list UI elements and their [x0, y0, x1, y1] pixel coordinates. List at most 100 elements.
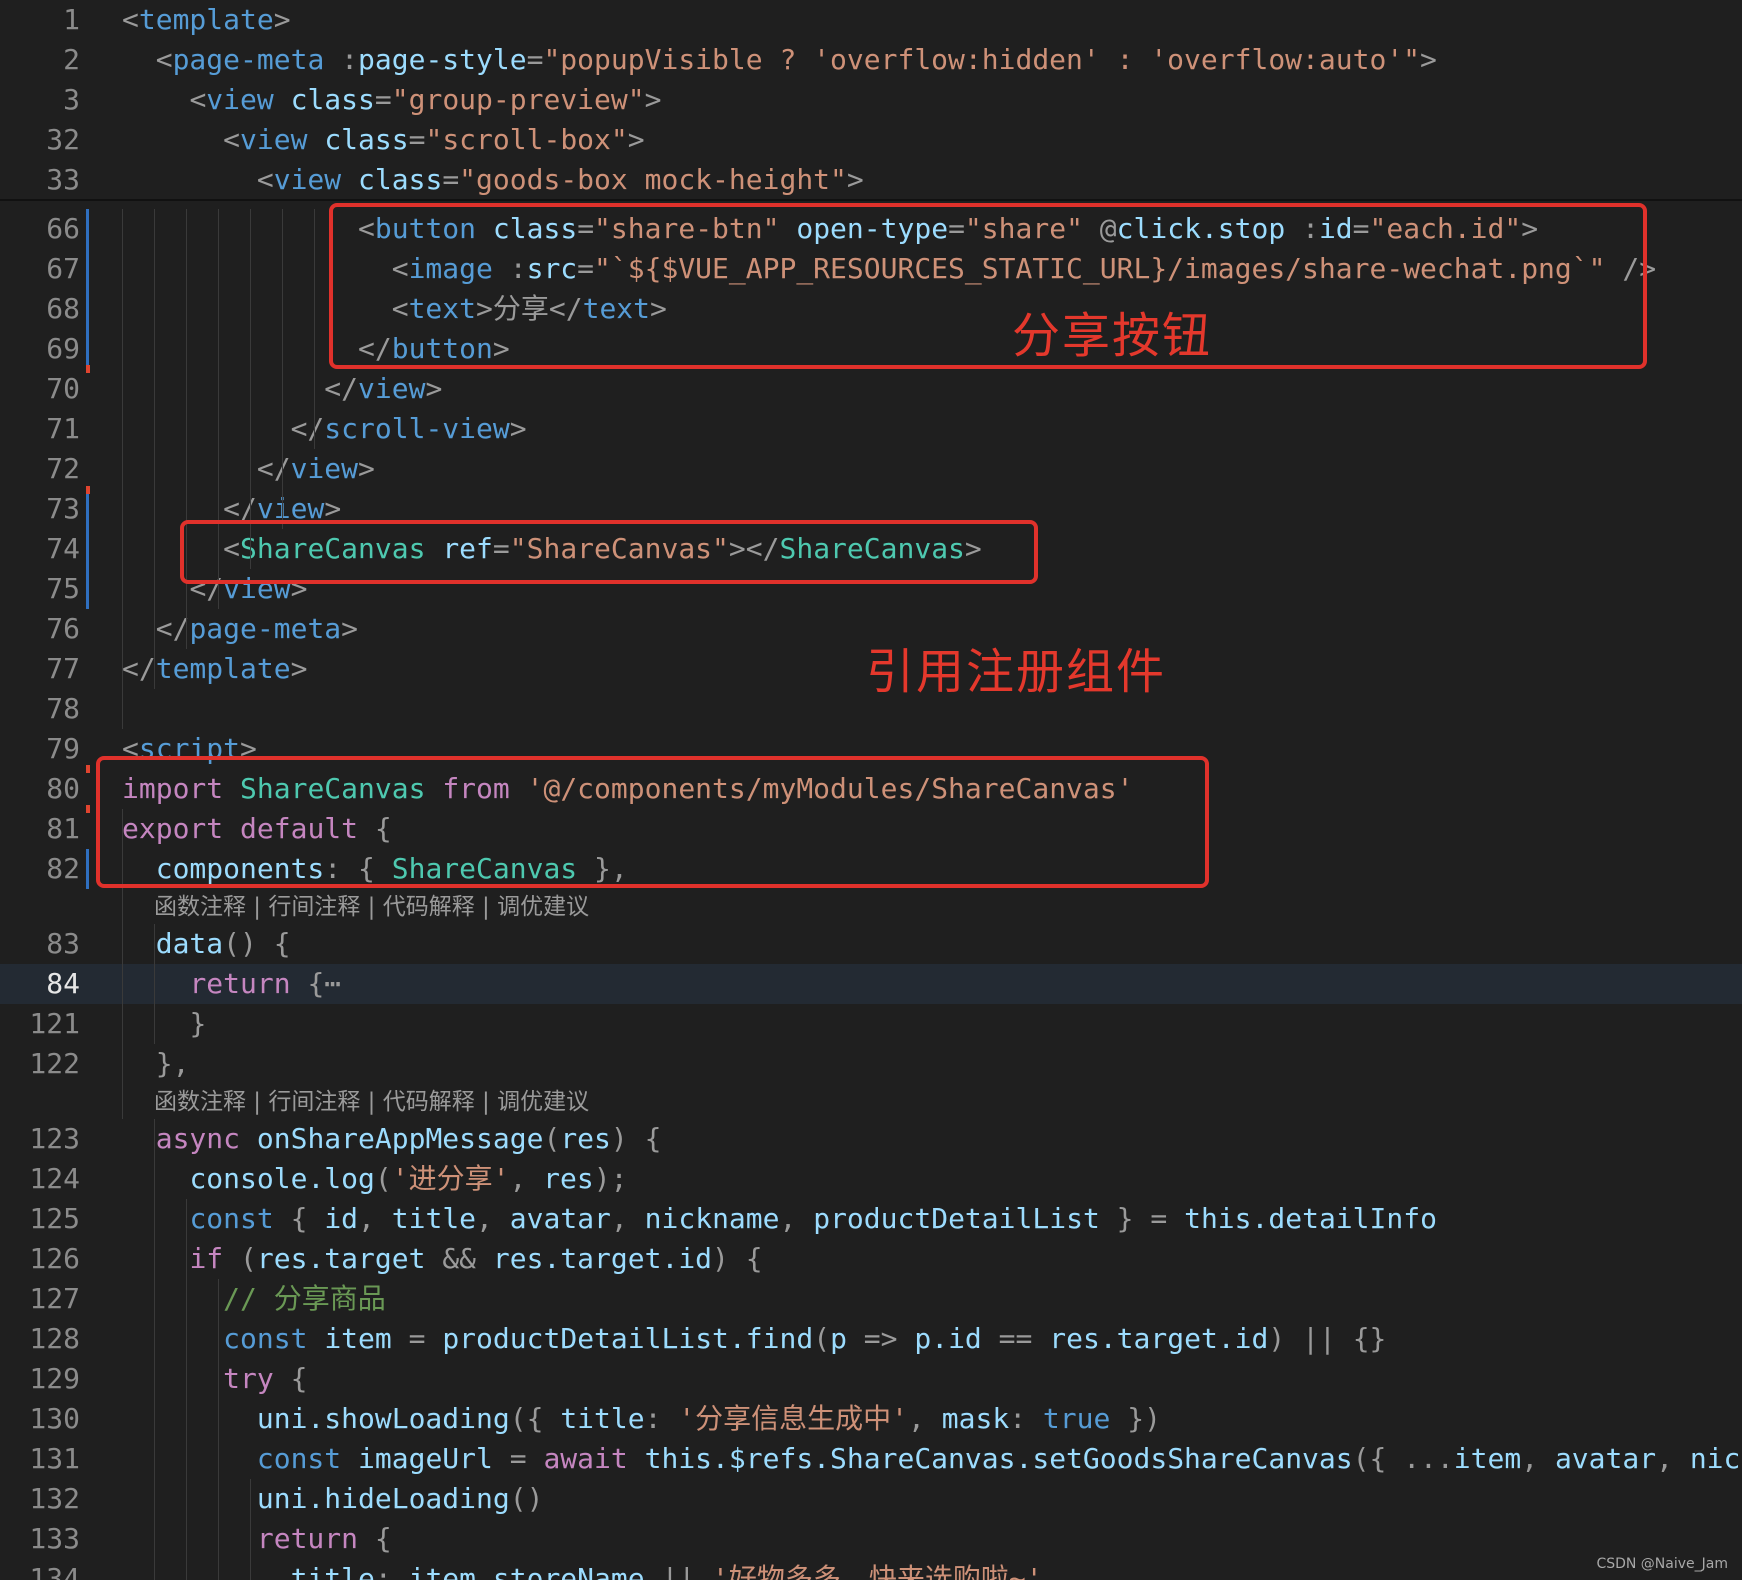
line-number: 84 — [46, 967, 80, 1000]
code-line-127[interactable]: 127 // 分享商品 — [0, 1279, 1742, 1319]
line-number: 2 — [63, 43, 80, 76]
code-text[interactable]: <page-meta :page-style="popupVisible ? '… — [122, 40, 1437, 80]
code-line-134[interactable]: 134 title: item.storeName || '好物多多，快来选购啦… — [0, 1559, 1742, 1580]
code-text[interactable]: const imageUrl = await this.$refs.ShareC… — [122, 1439, 1742, 1479]
line-number: 66 — [46, 212, 80, 245]
line-number: 78 — [46, 692, 80, 725]
code-text[interactable]: <template> — [122, 0, 291, 40]
line-number: 33 — [46, 163, 80, 196]
line-number: 83 — [46, 927, 80, 960]
git-deletion-marker[interactable] — [86, 365, 90, 373]
git-change-marker[interactable] — [86, 209, 89, 369]
git-deletion-marker[interactable] — [86, 486, 90, 494]
indent-guide — [282, 209, 283, 529]
code-line-125[interactable]: 125 const { id, title, avatar, nickname,… — [0, 1199, 1742, 1239]
code-line-83[interactable]: 83 data() { — [0, 924, 1742, 964]
code-text[interactable]: uni.showLoading({ title: '分享信息生成中', mask… — [122, 1399, 1161, 1439]
code-line-131[interactable]: 131 const imageUrl = await this.$refs.Sh… — [0, 1439, 1742, 1479]
code-line-72[interactable]: 72 </view> — [0, 449, 1742, 489]
line-number: 128 — [29, 1322, 80, 1355]
line-number: 122 — [29, 1047, 80, 1080]
code-line-126[interactable]: 126 if (res.target && res.target.id) { — [0, 1239, 1742, 1279]
code-text[interactable]: return { — [122, 1519, 392, 1559]
git-deletion-marker[interactable] — [86, 765, 90, 773]
code-text[interactable]: </template> — [122, 649, 307, 689]
indent-guide — [154, 209, 155, 689]
indent-guide — [154, 1119, 155, 1580]
indent-guide — [218, 1279, 219, 1580]
code-text[interactable]: console.log('进分享', res); — [122, 1159, 627, 1199]
line-number: 123 — [29, 1122, 80, 1155]
line-number: 130 — [29, 1402, 80, 1435]
code-line-2[interactable]: 2 <page-meta :page-style="popupVisible ?… — [0, 40, 1742, 80]
code-text[interactable]: if (res.target && res.target.id) { — [122, 1239, 762, 1279]
line-number: 3 — [63, 83, 80, 116]
line-number: 74 — [46, 532, 80, 565]
line-number: 125 — [29, 1202, 80, 1235]
line-number: 129 — [29, 1362, 80, 1395]
indent-guide — [250, 209, 251, 569]
line-number: 121 — [29, 1007, 80, 1040]
line-number: 32 — [46, 123, 80, 156]
code-text[interactable]: <view class="scroll-box"> — [122, 120, 644, 160]
line-number: 1 — [63, 3, 80, 36]
line-number: 79 — [46, 732, 80, 765]
code-text[interactable]: title: item.storeName || '好物多多，快来选购啦~' — [122, 1559, 1043, 1580]
code-line-70[interactable]: 70 </view> — [0, 369, 1742, 409]
line-number: 126 — [29, 1242, 80, 1275]
code-line-123[interactable]: 123 async onShareAppMessage(res) { — [0, 1119, 1742, 1159]
code-line-128[interactable]: 128 const item = productDetailList.find(… — [0, 1319, 1742, 1359]
line-number: 76 — [46, 612, 80, 645]
code-text[interactable]: async onShareAppMessage(res) { — [122, 1119, 662, 1159]
code-text[interactable]: const { id, title, avatar, nickname, pro… — [122, 1199, 1437, 1239]
code-line-3[interactable]: 3 <view class="group-preview"> — [0, 80, 1742, 120]
line-number: 132 — [29, 1482, 80, 1515]
git-change-marker[interactable] — [86, 849, 89, 889]
code-text[interactable]: // 分享商品 — [122, 1279, 386, 1319]
annotation-use-component: 引用注册组件 — [866, 644, 1167, 700]
line-number: 80 — [46, 772, 80, 805]
watermark: CSDN @Naive_Jam — [1596, 1556, 1728, 1572]
line-number: 68 — [46, 292, 80, 325]
git-deletion-marker[interactable] — [86, 805, 90, 813]
indent-guide — [154, 924, 155, 1044]
codelens-actions[interactable]: 函数注释 | 行间注释 | 代码解释 | 调优建议 — [154, 1087, 589, 1117]
code-text[interactable]: </page-meta> — [122, 609, 358, 649]
code-line-130[interactable]: 130 uni.showLoading({ title: '分享信息生成中', … — [0, 1399, 1742, 1439]
code-line-71[interactable]: 71 </scroll-view> — [0, 409, 1742, 449]
line-number: 70 — [46, 372, 80, 405]
line-number: 131 — [29, 1442, 80, 1475]
indent-guide — [314, 209, 315, 449]
code-line-32[interactable]: 32 <view class="scroll-box"> — [0, 120, 1742, 160]
codelens-actions[interactable]: 函数注释 | 行间注释 | 代码解释 | 调优建议 — [154, 892, 589, 922]
code-line-122[interactable]: 122 }, — [0, 1044, 1742, 1084]
code-text[interactable]: <view class="group-preview"> — [122, 80, 661, 120]
line-number: 77 — [46, 652, 80, 685]
code-text[interactable]: } — [122, 1004, 206, 1044]
code-line-84[interactable]: 84 return {⋯ — [0, 964, 1742, 1004]
code-text[interactable]: </view> — [122, 449, 375, 489]
indent-guide — [186, 1199, 187, 1580]
code-line-121[interactable]: 121 } — [0, 1004, 1742, 1044]
code-text[interactable]: data() { — [122, 924, 291, 964]
line-number: 124 — [29, 1162, 80, 1195]
line-number: 71 — [46, 412, 80, 445]
code-line-124[interactable]: 124 console.log('进分享', res); — [0, 1159, 1742, 1199]
line-number: 73 — [46, 492, 80, 525]
line-number: 75 — [46, 572, 80, 605]
code-line-129[interactable]: 129 try { — [0, 1359, 1742, 1399]
share-button-highlight-box — [329, 203, 1647, 369]
code-line-132[interactable]: 132 uni.hideLoading() — [0, 1479, 1742, 1519]
code-text[interactable]: </scroll-view> — [122, 409, 527, 449]
code-text[interactable]: try { — [122, 1359, 307, 1399]
code-text[interactable]: <view class="goods-box mock-height"> — [122, 160, 864, 200]
share-canvas-highlight-box — [180, 520, 1038, 584]
indent-guide — [122, 209, 123, 729]
code-line-133[interactable]: 133 return { — [0, 1519, 1742, 1559]
annotation-share-button: 分享按钮 — [1012, 308, 1213, 364]
code-text[interactable]: }, — [122, 1044, 190, 1084]
code-text[interactable]: const item = productDetailList.find(p =>… — [122, 1319, 1386, 1359]
code-line-1[interactable]: 1 <template> — [0, 0, 1742, 40]
code-line-33[interactable]: 33 <view class="goods-box mock-height"> — [0, 160, 1742, 200]
git-change-marker[interactable] — [86, 489, 89, 609]
